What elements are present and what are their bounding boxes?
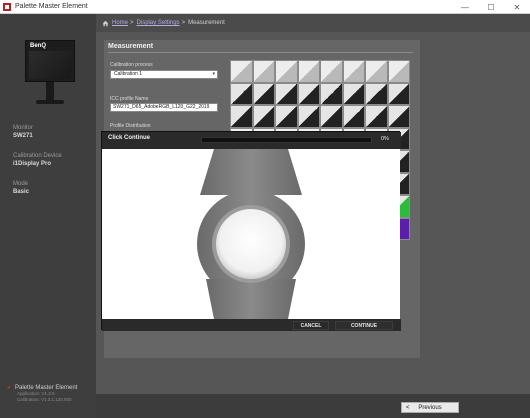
monitor-logo: BenQ [30, 43, 47, 49]
color-patch [365, 105, 388, 128]
color-patch [387, 82, 410, 105]
breadcrumb-separator: > [181, 20, 186, 26]
brand: Palette Master Element [6, 384, 77, 391]
cancel-button[interactable]: CANCEL [293, 321, 329, 330]
previous-label: Previous [418, 404, 442, 411]
monitor-value: SW271 [13, 133, 33, 139]
color-patch [230, 105, 253, 128]
chevron-left-icon: < [406, 404, 410, 411]
color-patch [252, 60, 275, 83]
app-icon [3, 2, 11, 11]
icc-profile-label: ICC profile Name [110, 96, 149, 102]
color-patch [320, 105, 343, 128]
mode-value: Basic [13, 189, 30, 195]
bottom-bar [96, 394, 530, 418]
color-patch [320, 82, 343, 105]
mode-label: Mode [13, 181, 29, 187]
color-patch [365, 82, 388, 105]
window-controls: — ☐ ✕ [452, 0, 530, 14]
breadcrumb-separator: > [130, 20, 134, 26]
color-patch [275, 105, 298, 128]
color-patch [387, 105, 410, 128]
progress-bar [201, 137, 372, 143]
breadcrumb-current: Measurement [188, 20, 225, 26]
color-patch [320, 60, 343, 83]
color-patch [342, 105, 365, 128]
profile-distribution-label: Profile Distribution [110, 123, 151, 129]
previous-button[interactable]: < Previous [401, 402, 459, 413]
click-continue-dialog: Click Continue 0% CANCEL CONTINUE [101, 131, 401, 331]
dialog-title: Click Continue [108, 135, 151, 141]
title-divider [108, 52, 413, 53]
calibration-process-select[interactable]: Calibration 1 ▾ [110, 70, 218, 79]
dialog-header: Click Continue 0% [102, 132, 401, 149]
breadcrumb-settings-link[interactable]: Display Settings [137, 20, 180, 26]
colorimeter-sensor-icon [197, 149, 305, 319]
color-patch [297, 105, 320, 128]
progress-percent: 0% [381, 136, 389, 142]
color-patch [297, 60, 320, 83]
version-info: Application: V1.3.0 Calibration: V1.3.1.… [17, 391, 72, 403]
minimize-button[interactable]: — [452, 0, 478, 14]
color-patch [252, 82, 275, 105]
continue-button[interactable]: CONTINUE [335, 321, 393, 330]
color-patch [297, 82, 320, 105]
color-patch [342, 82, 365, 105]
color-patch [275, 60, 298, 83]
icc-profile-name-field[interactable]: SW271_D65_AdobeRGB_L120_G22_2019 [110, 103, 218, 112]
color-patch [230, 60, 253, 83]
calibration-process-value: Calibration 1 [114, 71, 143, 77]
monitor-label: Monitor [13, 125, 34, 131]
calibration-process-label: Calibration process [110, 62, 153, 68]
chevron-down-icon: ▾ [212, 71, 215, 77]
color-patch [230, 82, 253, 105]
sidebar: BenQ Monitor SW271 Calibration Device i1… [0, 14, 96, 418]
color-patch [252, 105, 275, 128]
color-patch [365, 60, 388, 83]
close-button[interactable]: ✕ [504, 0, 530, 14]
color-patch [387, 60, 410, 83]
window-title: Palette Master Element [15, 3, 88, 10]
title-bar: Palette Master Element — ☐ ✕ [0, 0, 530, 14]
brand-name: Palette Master Element [15, 384, 78, 391]
page-title: Measurement [108, 43, 154, 50]
calibration-device-label: Calibration Device [13, 153, 62, 159]
color-patch [275, 82, 298, 105]
breadcrumb: Home > Display Settings > Measurement [96, 14, 530, 32]
monitor-screen: BenQ [25, 40, 75, 82]
maximize-button[interactable]: ☐ [478, 0, 504, 14]
sensor-placement-image [102, 149, 400, 319]
color-patch [342, 60, 365, 83]
breadcrumb-home-link[interactable]: Home [112, 20, 128, 26]
calibration-version: Calibration: V1.3.1.120.000 [17, 397, 72, 402]
calibration-device-value: i1Display Pro [13, 161, 52, 167]
close-icon: ✕ [513, 2, 521, 12]
app-window: Palette Master Element — ☐ ✕ BenQ Monito… [0, 0, 530, 418]
home-icon[interactable] [102, 20, 109, 27]
monitor-image: BenQ [25, 40, 75, 110]
maximize-icon: ☐ [487, 2, 495, 12]
palette-logo-icon [6, 385, 13, 390]
minimize-icon: — [461, 2, 469, 12]
